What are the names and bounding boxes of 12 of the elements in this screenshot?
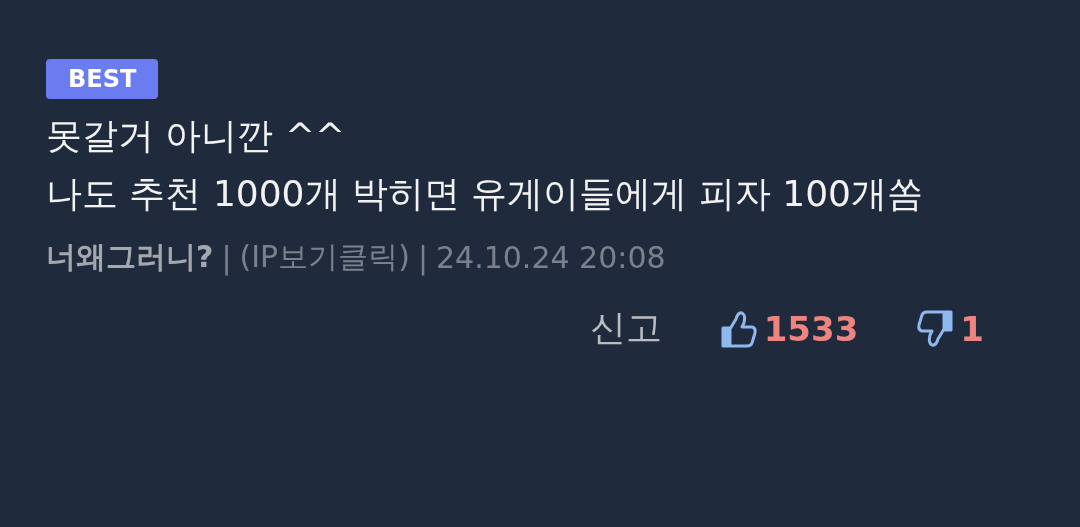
best-badge: BEST — [46, 59, 159, 99]
thumbs-up-icon[interactable] — [719, 308, 758, 349]
thumbs-down-icon[interactable] — [916, 308, 955, 349]
separator: | — [221, 240, 232, 275]
ip-link[interactable]: (IP보기클릭) — [239, 237, 410, 278]
author-name[interactable]: 너왜그러니? — [46, 237, 214, 278]
report-button[interactable]: 신고 — [589, 304, 662, 353]
separator: | — [417, 240, 428, 275]
comment-date: 24.10.24 20:08 — [436, 240, 666, 275]
comment-text: 못갈거 아니깐 ^^ 나도 추천 1000개 박히면 유게이들에게 피자 100개쏨 — [46, 114, 924, 216]
downvote-count: 1 — [960, 308, 984, 349]
upvote-count: 1533 — [763, 308, 859, 349]
